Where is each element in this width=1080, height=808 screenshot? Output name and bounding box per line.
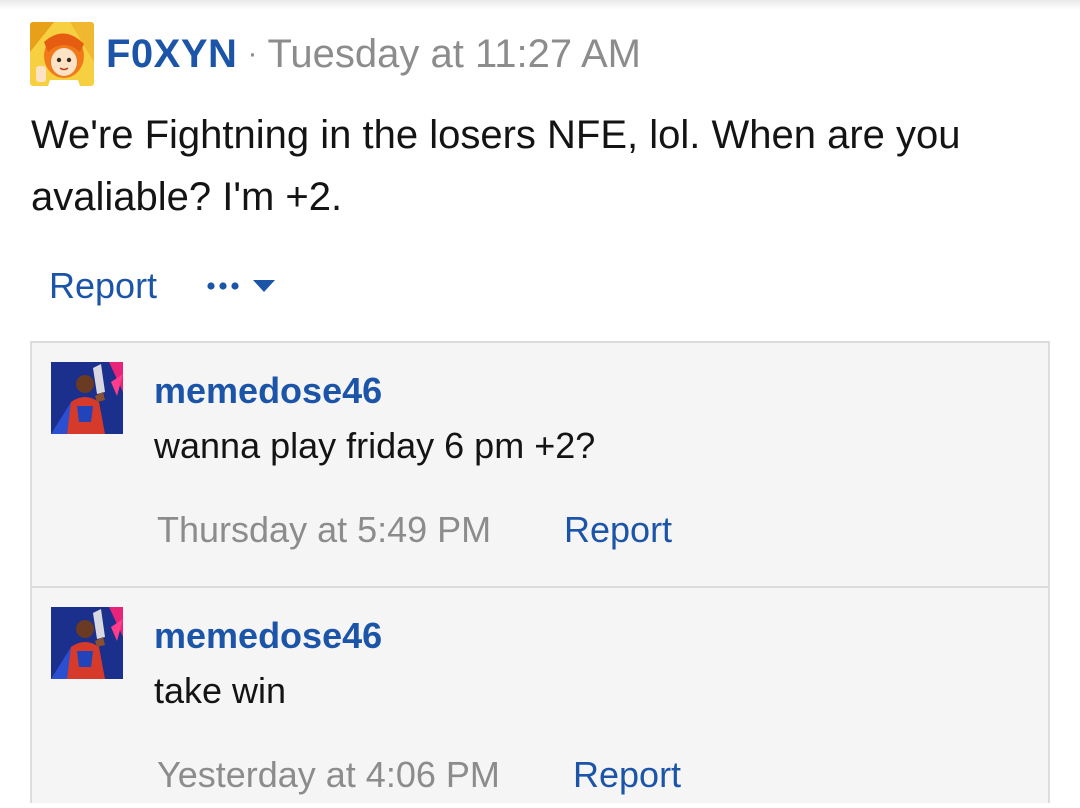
post-header: F0XYN · Tuesday at 11:27 AM xyxy=(30,22,641,86)
report-link[interactable]: Report xyxy=(49,265,157,307)
post-timestamp[interactable]: Tuesday at 11:27 AM xyxy=(267,32,641,77)
commenter-avatar[interactable] xyxy=(51,362,123,434)
commenter-name-link[interactable]: memedose46 xyxy=(154,615,382,657)
comment-timestamp[interactable]: Thursday at 5:49 PM xyxy=(157,509,491,551)
author-name-link[interactable]: F0XYN xyxy=(106,32,237,77)
comments-list: memedose46 wanna play friday 6 pm +2? Th… xyxy=(30,341,1050,803)
more-options-menu[interactable] xyxy=(207,276,279,296)
comment-item: memedose46 take win Yesterday at 4:06 PM… xyxy=(32,588,1048,808)
comment-item: memedose46 wanna play friday 6 pm +2? Th… xyxy=(32,343,1048,588)
comment-text: wanna play friday 6 pm +2? xyxy=(154,425,596,466)
comment-text: take win xyxy=(154,670,287,711)
fox-avatar-icon xyxy=(30,22,94,86)
comment-report-link[interactable]: Report xyxy=(573,754,681,796)
commenter-avatar[interactable] xyxy=(51,607,123,679)
commenter-name-link[interactable]: memedose46 xyxy=(154,370,382,412)
separator-dot: · xyxy=(247,37,258,70)
author-avatar[interactable] xyxy=(30,22,94,86)
comment-timestamp[interactable]: Yesterday at 4:06 PM xyxy=(157,754,500,796)
player-avatar-icon xyxy=(51,362,123,434)
comment-report-link[interactable]: Report xyxy=(564,509,672,551)
post-actions: Report xyxy=(49,262,279,310)
top-shadow xyxy=(0,0,1080,10)
more-dots-caret-icon xyxy=(207,280,276,292)
post-body-text: We're Fightning in the losers NFE, lol. … xyxy=(31,113,961,219)
player-avatar-icon xyxy=(51,607,123,679)
